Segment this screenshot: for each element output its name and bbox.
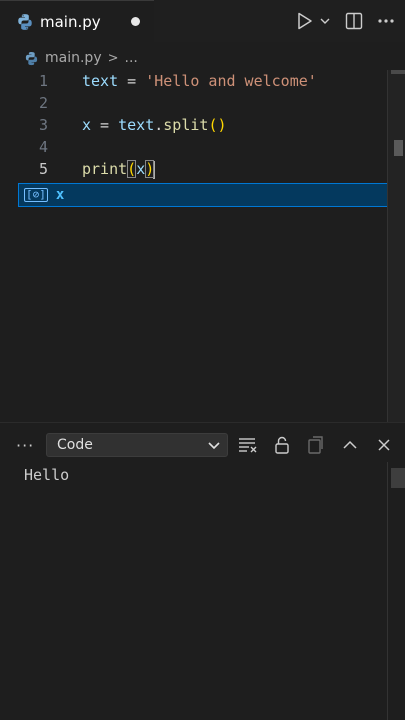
token-method: split (163, 116, 209, 134)
code-editor[interactable]: 1 text = 'Hello and welcome' 2 3 x = tex… (0, 70, 405, 422)
close-panel-button[interactable] (374, 435, 394, 455)
token-open-paren: ( (127, 160, 137, 178)
code-line-active: 5 print(x) (0, 158, 385, 180)
variable-icon: [⊘] (24, 188, 48, 202)
split-editor-icon (345, 12, 363, 30)
close-icon (378, 439, 390, 451)
token-operator: = (91, 116, 119, 134)
run-button[interactable] (297, 12, 313, 30)
python-icon (18, 13, 32, 30)
output-scrollbar[interactable] (387, 462, 405, 720)
scrollbar-thumb[interactable] (394, 140, 403, 156)
panel-divider[interactable] (0, 422, 405, 423)
token-variable: text (82, 72, 119, 90)
output-channel-value: Code (57, 437, 93, 453)
split-editor-button[interactable] (345, 12, 363, 30)
chevron-up-icon (343, 440, 357, 449)
chevron-down-icon (320, 18, 330, 24)
clear-output-icon (239, 438, 257, 453)
tab-main-py[interactable]: main.py (0, 0, 154, 43)
breadcrumb-separator: > (107, 50, 119, 66)
tab-label: main.py (40, 12, 101, 31)
token-argument: x (136, 160, 146, 178)
code-line: 3 x = text.split() (0, 114, 385, 136)
play-icon (298, 12, 312, 30)
output-panel-header: ··· Code (0, 430, 405, 460)
line-number: 5 (38, 160, 48, 178)
chevron-down-icon (208, 442, 220, 450)
lock-scroll-button[interactable] (272, 435, 292, 455)
token-object: text (118, 116, 155, 134)
line-number: 1 (38, 72, 48, 90)
token-string: 'Hello and welcome' (145, 72, 317, 90)
token-function: print (82, 160, 128, 178)
suggestion-item[interactable]: [⊘] x (18, 183, 388, 207)
line-number: 2 (38, 94, 48, 112)
more-actions-button[interactable] (377, 18, 395, 24)
text-cursor (153, 160, 156, 179)
maximize-panel-button[interactable] (340, 435, 360, 455)
token-dot: . (154, 116, 164, 134)
run-dropdown-button[interactable] (319, 15, 331, 27)
copy-output-button[interactable] (306, 435, 326, 455)
clear-output-button[interactable] (238, 435, 258, 455)
lock-icon (275, 436, 289, 454)
breadcrumb: main.py > ... (0, 46, 405, 70)
scrollbar-marker (391, 468, 405, 488)
breadcrumb-file[interactable]: main.py (45, 50, 102, 66)
code-line: 1 text = 'Hello and welcome' (0, 70, 385, 92)
scrollbar-marker (391, 70, 405, 74)
line-number: 3 (38, 116, 48, 134)
editor-scrollbar[interactable] (387, 70, 405, 422)
python-icon (25, 51, 38, 65)
tab-bar: main.py (0, 0, 405, 43)
token-parens: () (208, 116, 227, 134)
more-icon (378, 19, 394, 23)
code-line: 2 (0, 92, 385, 114)
panel-more-button[interactable]: ··· (16, 436, 36, 455)
token-operator: = (118, 72, 146, 90)
output-text: Hello (24, 466, 70, 484)
output-channel-select[interactable]: Code (46, 433, 228, 457)
breadcrumb-symbols[interactable]: ... (125, 50, 138, 66)
suggestion-label: x (55, 187, 65, 203)
code-line: 4 (0, 136, 385, 158)
token-variable: x (82, 116, 92, 134)
line-number: 4 (38, 138, 48, 156)
copy-icon (308, 436, 323, 454)
unsaved-dot-icon[interactable] (130, 17, 140, 26)
